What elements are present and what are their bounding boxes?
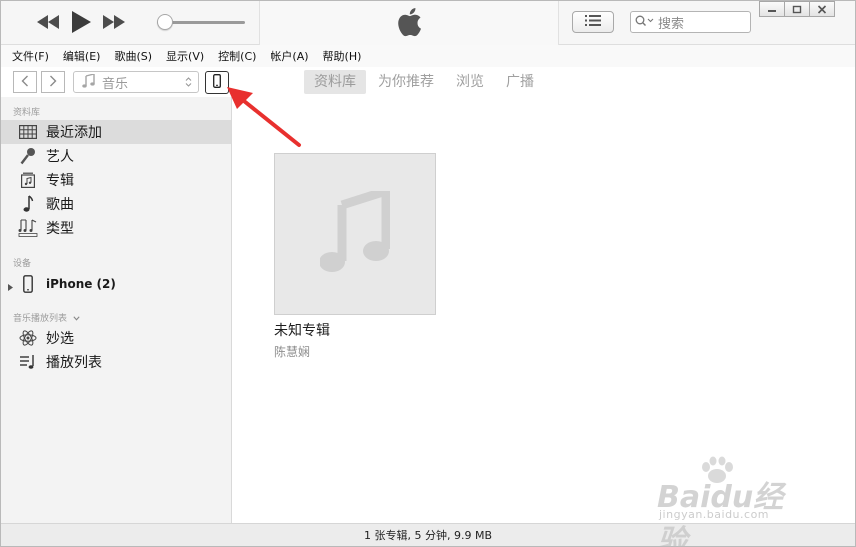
player-toolbar: 搜索 — [1, 1, 855, 45]
now-playing-display — [259, 1, 559, 45]
album-artist[interactable]: 陈慧娴 — [274, 343, 310, 360]
sidebar-item-label: 艺人 — [46, 149, 74, 165]
sidebar-item-songs[interactable]: 歌曲 — [1, 192, 231, 216]
iphone-icon — [213, 74, 221, 91]
media-type-selector[interactable]: 音乐 — [73, 71, 199, 93]
tab-for-you[interactable]: 为你推荐 — [368, 70, 444, 94]
sidebar-section-playlists: 音乐播放列表 — [13, 311, 80, 324]
grid-icon — [18, 122, 38, 142]
play-icon[interactable] — [71, 11, 91, 33]
chevron-right-icon — [49, 75, 57, 90]
sidebar: 资料库 最近添加 艺人 专辑 歌曲 类型 设备 iPhone (2) 音乐播放列… — [1, 97, 232, 523]
navigation-bar: 音乐 资料库 为你推荐 浏览 广播 — [1, 67, 855, 97]
music-note-icon — [319, 184, 391, 278]
playlist-icon — [18, 352, 38, 372]
sidebar-item-label: 最近添加 — [46, 125, 102, 141]
chevron-down-icon[interactable] — [73, 314, 80, 324]
genres-icon — [18, 218, 38, 238]
menu-bar: 文件(F) 编辑(E) 歌曲(S) 显示(V) 控制(C) 帐户(A) 帮助(H… — [1, 45, 855, 67]
rewind-icon[interactable] — [37, 15, 59, 29]
itunes-window: 搜索 文件(F) 编辑(E) 歌曲(S) 显示(V) 控制(C) 帐户(A) 帮… — [0, 0, 856, 547]
sidebar-item-albums[interactable]: 专辑 — [1, 168, 231, 192]
transport-controls — [37, 11, 125, 33]
sidebar-item-artists[interactable]: 艺人 — [1, 144, 231, 168]
iphone-icon — [18, 274, 38, 294]
sidebar-item-label: 妙选 — [46, 331, 74, 347]
menu-account[interactable]: 帐户(A) — [270, 48, 308, 64]
sidebar-item-label: 类型 — [46, 221, 74, 237]
music-note-icon — [18, 194, 38, 214]
album-icon — [18, 170, 38, 190]
menu-controls[interactable]: 控制(C) — [218, 48, 256, 64]
status-summary: 1 张专辑, 5 分钟, 9.9 MB — [363, 529, 492, 542]
tab-browse[interactable]: 浏览 — [446, 70, 494, 94]
fast-forward-icon[interactable] — [103, 15, 125, 29]
minimize-icon[interactable] — [759, 1, 785, 17]
section-title-label: 音乐播放列表 — [13, 314, 68, 324]
album-title[interactable]: 未知专辑 — [274, 320, 330, 340]
sidebar-item-playlist[interactable]: 播放列表 — [1, 350, 231, 374]
restore-icon[interactable] — [784, 1, 810, 17]
tab-library[interactable]: 资料库 — [304, 70, 366, 94]
close-icon[interactable] — [809, 1, 835, 17]
media-type-label: 音乐 — [102, 76, 129, 92]
search-placeholder: 搜索 — [658, 16, 685, 32]
window-controls — [759, 1, 835, 17]
search-icon — [635, 15, 655, 30]
search-input[interactable]: 搜索 — [630, 11, 751, 33]
list-view-button[interactable] — [572, 11, 614, 33]
tab-radio[interactable]: 广播 — [496, 70, 544, 94]
apple-logo-icon — [396, 7, 422, 40]
menu-edit[interactable]: 编辑(E) — [63, 48, 101, 64]
microphone-icon — [18, 146, 38, 166]
sidebar-item-label: 歌曲 — [46, 197, 74, 213]
menu-song[interactable]: 歌曲(S) — [114, 48, 152, 64]
chevron-left-icon — [21, 75, 29, 90]
genius-atom-icon — [18, 328, 38, 348]
menu-help[interactable]: 帮助(H) — [323, 48, 362, 64]
library-tabs: 资料库 为你推荐 浏览 广播 — [304, 70, 546, 94]
sidebar-section-devices: 设备 — [13, 259, 32, 269]
volume-slider-knob[interactable] — [157, 14, 173, 30]
sidebar-item-genres[interactable]: 类型 — [1, 216, 231, 240]
music-note-icon — [82, 72, 96, 91]
disclosure-triangle-icon[interactable] — [8, 280, 13, 294]
sidebar-item-iphone[interactable]: iPhone (2) — [1, 272, 231, 296]
album-artwork[interactable] — [274, 153, 436, 315]
album-grid: 未知专辑 陈慧娴 — [232, 97, 855, 523]
sidebar-item-label: 专辑 — [46, 173, 74, 189]
sidebar-section-library: 资料库 — [13, 108, 41, 118]
status-bar: 1 张专辑, 5 分钟, 9.9 MB — [1, 523, 855, 546]
sidebar-item-recently-added[interactable]: 最近添加 — [1, 120, 231, 144]
forward-button[interactable] — [41, 71, 65, 93]
back-button[interactable] — [13, 71, 37, 93]
list-view-icon — [585, 15, 601, 29]
sidebar-item-genius[interactable]: 妙选 — [1, 326, 231, 350]
menu-view[interactable]: 显示(V) — [166, 48, 204, 64]
menu-file[interactable]: 文件(F) — [12, 48, 49, 64]
sidebar-item-label: iPhone (2) — [46, 277, 116, 291]
annotation-arrow-icon — [227, 87, 301, 147]
sidebar-item-label: 播放列表 — [46, 355, 102, 371]
chevron-updown-icon — [185, 76, 192, 91]
